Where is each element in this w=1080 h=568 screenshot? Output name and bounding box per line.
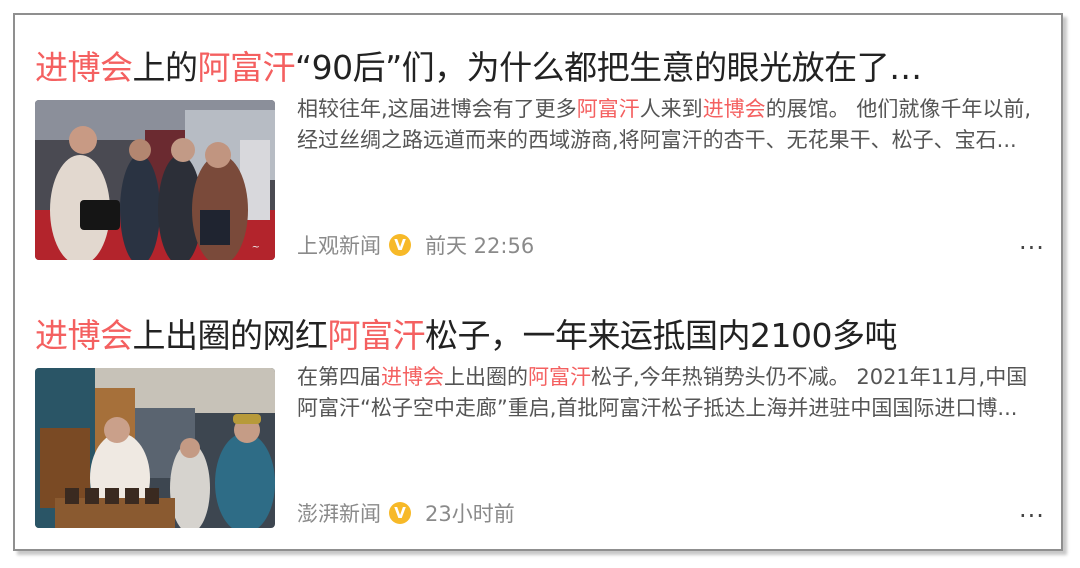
result-card: 进博会上出圈的网红阿富汗松子，一年来运抵国内2100多吨 在第四届进博会上出圈的… xyxy=(35,313,1047,528)
exhibition-photo-icon: ~ xyxy=(35,100,275,260)
result-body: ~ 相较往年,这届进博会有了更多阿富汗人来到进博会的展馆。 他们就像千年以前,经… xyxy=(35,97,1047,260)
result-thumbnail[interactable] xyxy=(35,368,275,528)
publish-time: 前天 22:56 xyxy=(425,234,535,258)
verified-icon: V xyxy=(389,234,411,256)
source-name[interactable]: 上观新闻 xyxy=(297,230,381,260)
title-text: “90后”们，为什么都把生意的眼光放在了… xyxy=(295,48,922,87)
title-keyword: 阿富汗 xyxy=(197,48,296,87)
result-body: 在第四届进博会上出圈的阿富汗松子,今年热销势头仍不减。 2021年11月,中国阿… xyxy=(35,365,1047,528)
verified-icon: V xyxy=(389,502,411,524)
summary-keyword: 阿富汗 xyxy=(576,97,640,121)
more-options-icon[interactable]: ··· xyxy=(1017,236,1047,260)
summary-text: 上出圈的 xyxy=(444,365,528,389)
result-meta: 澎湃新闻 V 23小时前 xyxy=(297,498,515,528)
title-text: 上出圈的网红 xyxy=(132,316,329,355)
svg-text:~: ~ xyxy=(252,242,260,253)
result-card: 进博会上的阿富汗“90后”们，为什么都把生意的眼光放在了… ~ 相较往年,这届进… xyxy=(35,45,1047,260)
result-summary: 在第四届进博会上出圈的阿富汗松子,今年热销势头仍不减。 2021年11月,中国阿… xyxy=(297,362,1047,424)
result-summary: 相较往年,这届进博会有了更多阿富汗人来到进博会的展馆。 他们就像千年以前,经过丝… xyxy=(297,94,1047,156)
title-text: 松子，一年来运抵国内2100多吨 xyxy=(425,316,897,355)
publish-time: 23小时前 xyxy=(425,502,515,526)
title-text: 上的 xyxy=(132,48,199,87)
summary-text: 相较往年,这届进博会有了更多 xyxy=(297,97,577,121)
more-options-icon[interactable]: ··· xyxy=(1017,504,1047,528)
result-title-link[interactable]: 进博会上的阿富汗“90后”们，为什么都把生意的眼光放在了… xyxy=(35,45,1047,91)
result-title-link[interactable]: 进博会上出圈的网红阿富汗松子，一年来运抵国内2100多吨 xyxy=(35,313,1047,359)
title-keyword: 进博会 xyxy=(35,48,133,87)
title-keyword: 进博会 xyxy=(35,316,133,355)
summary-keyword: 阿富汗 xyxy=(528,365,591,389)
summary-text: 在第四届 xyxy=(297,365,381,389)
result-thumbnail[interactable]: ~ xyxy=(35,100,275,260)
result-info: 在第四届进博会上出圈的阿富汗松子,今年热销势头仍不减。 2021年11月,中国阿… xyxy=(297,365,1047,528)
result-meta: 上观新闻 V 前天 22:56 xyxy=(297,230,534,260)
source-name[interactable]: 澎湃新闻 xyxy=(297,498,381,528)
summary-keyword: 进博会 xyxy=(702,97,766,121)
result-info: 相较往年,这届进博会有了更多阿富汗人来到进博会的展馆。 他们就像千年以前,经过丝… xyxy=(297,97,1047,260)
summary-text: 人来到 xyxy=(639,97,703,121)
summary-keyword: 进博会 xyxy=(381,365,444,389)
booth-photo-icon xyxy=(35,368,275,528)
search-results-panel: 进博会上的阿富汗“90后”们，为什么都把生意的眼光放在了… ~ 相较往年,这届进… xyxy=(13,13,1063,551)
title-keyword: 阿富汗 xyxy=(327,316,426,355)
